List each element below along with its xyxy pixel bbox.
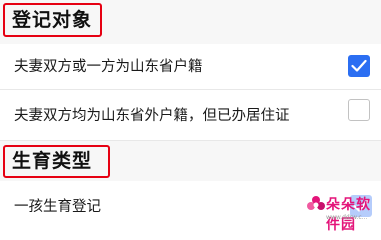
option-row-shandong-household[interactable]: 夫妻双方或一方为山东省户籍 <box>0 44 381 90</box>
option-label: 夫妻双方均为山东省外户籍，但已办居住证 <box>14 108 290 124</box>
checkmark-icon <box>351 59 367 72</box>
section-title: 生育类型 <box>3 145 110 178</box>
watermark-url: www.ddrw.c... <box>326 214 368 221</box>
watermark: 朵朵软件园 www.ddrw.c... <box>300 190 381 233</box>
section-header-registration-target: 登记对象 <box>0 0 381 44</box>
checkbox-shandong-household[interactable] <box>348 55 370 77</box>
flower-logo-icon <box>307 196 325 210</box>
option-row-outside-household-residence-permit[interactable]: 夫妻双方均为山东省外户籍，但已办居住证 <box>0 90 381 141</box>
checkbox-outside-household-residence-permit[interactable] <box>348 99 370 121</box>
section-header-birth-type: 生育类型 <box>0 141 381 181</box>
section-title: 登记对象 <box>3 3 102 37</box>
option-label: 一孩生育登记 <box>14 199 101 215</box>
option-label: 夫妻双方或一方为山东省户籍 <box>14 59 203 75</box>
